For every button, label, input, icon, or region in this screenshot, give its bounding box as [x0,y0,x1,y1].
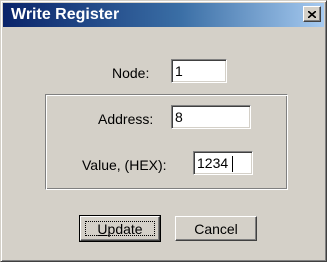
value-hex-input[interactable] [197,155,249,171]
write-register-dialog: Write Register Node: Address: Value, (HE… [0,0,327,262]
node-input[interactable] [175,63,223,79]
value-hex-field[interactable] [193,151,253,175]
node-label: Node: [112,65,150,81]
register-group-box [45,94,288,190]
close-icon [308,10,316,18]
address-field[interactable] [171,105,251,129]
dialog-title: Write Register [11,6,120,23]
focus-rect [85,221,155,236]
cancel-button[interactable]: Cancel [175,216,257,241]
address-label: Address: [98,111,154,127]
node-field[interactable] [171,59,227,83]
address-input[interactable] [175,109,247,125]
cancel-label: Cancel [194,220,238,237]
update-button[interactable]: Update [79,215,161,242]
close-button[interactable] [303,6,321,22]
title-bar[interactable]: Write Register [3,3,324,27]
text-caret [232,156,233,172]
value-hex-label: Value, (HEX): [82,157,167,173]
